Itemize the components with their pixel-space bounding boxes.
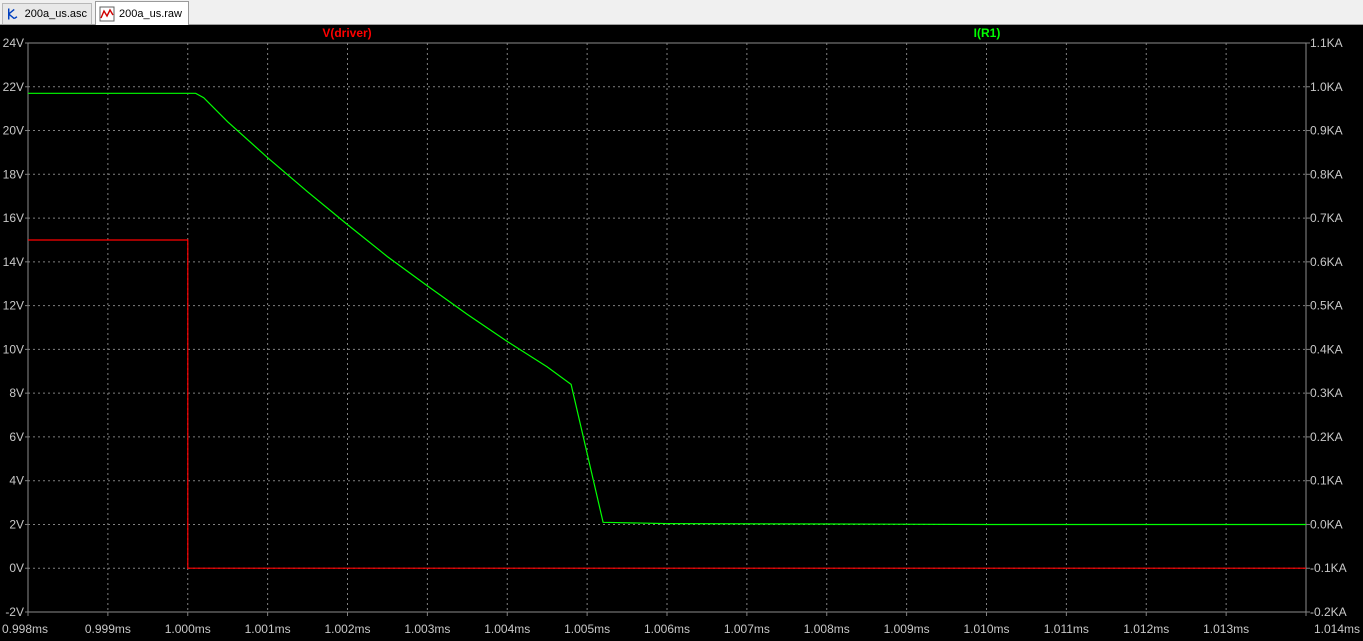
right-tick-label: 1.0KA: [1310, 80, 1343, 94]
waveform-icon: [99, 6, 115, 21]
left-tick-label: 12V: [3, 299, 24, 313]
x-tick-label: 0.998ms: [2, 622, 48, 636]
x-tick-label: 1.003ms: [404, 622, 450, 636]
x-tick-label: 1.001ms: [245, 622, 291, 636]
right-tick-label: 0.2KA: [1310, 430, 1343, 444]
right-tick-label: 0.1KA: [1310, 474, 1343, 488]
left-tick-label: -2V: [5, 605, 24, 619]
x-tick-label: 1.014ms: [1314, 622, 1360, 636]
right-tick-label: 0.4KA: [1310, 342, 1343, 356]
left-tick-label: 10V: [3, 342, 24, 356]
x-tick-label: 1.012ms: [1123, 622, 1169, 636]
tab-waveform-label: 200a_us.raw: [119, 7, 182, 20]
tab-schematic-label: 200a_us.asc: [24, 8, 87, 20]
right-tick-label: 0.0KA: [1310, 517, 1343, 531]
left-tick-label: 6V: [9, 430, 24, 444]
tab-waveform[interactable]: 200a_us.raw: [95, 1, 189, 25]
right-tick-label: -0.2KA: [1310, 605, 1347, 619]
right-tick-label: 0.3KA: [1310, 386, 1343, 400]
left-tick-label: 8V: [9, 386, 24, 400]
x-tick-label: 1.002ms: [324, 622, 370, 636]
tab-bar: 200a_us.asc 200a_us.raw: [0, 0, 1363, 25]
right-tick-label: 0.9KA: [1310, 124, 1343, 138]
x-tick-label: 1.011ms: [1044, 622, 1089, 636]
left-tick-label: 4V: [9, 474, 24, 488]
left-tick-label: 18V: [3, 167, 24, 181]
right-tick-label: 0.6KA: [1310, 255, 1343, 269]
x-tick-label: 1.007ms: [724, 622, 770, 636]
trace-label-v-driver[interactable]: V(driver): [322, 26, 371, 40]
tab-schematic[interactable]: 200a_us.asc: [2, 3, 92, 24]
x-tick-label: 1.008ms: [804, 622, 850, 636]
right-tick-label: 0.8KA: [1310, 167, 1343, 181]
right-tick-label: -0.1KA: [1310, 561, 1347, 575]
right-tick-label: 1.1KA: [1310, 36, 1343, 50]
x-tick-label: 1.009ms: [884, 622, 930, 636]
left-tick-label: 2V: [9, 517, 24, 531]
x-tick-label: 1.000ms: [165, 622, 211, 636]
waveform-plot[interactable]: -2V 0V 2V 4V 6V 8V 10V 12V 14V 16V 18V 20V 22V 24V -0…: [0, 25, 1363, 641]
right-tick-label: 0.5KA: [1310, 299, 1343, 313]
left-tick-label: 24V: [3, 36, 24, 50]
x-tick-label: 1.010ms: [963, 622, 1009, 636]
plot-background: [0, 25, 1363, 641]
right-tick-label: 0.7KA: [1310, 211, 1343, 225]
x-tick-label: 1.013ms: [1203, 622, 1249, 636]
trace-label-i-r1[interactable]: I(R1): [974, 26, 1001, 40]
x-tick-label: 1.005ms: [564, 622, 610, 636]
x-tick-label: 1.006ms: [644, 622, 690, 636]
x-tick-label: 0.999ms: [85, 622, 131, 636]
x-tick-label: 1.004ms: [484, 622, 530, 636]
left-tick-label: 22V: [3, 80, 24, 94]
schematic-icon: [8, 8, 18, 20]
left-tick-label: 16V: [3, 211, 24, 225]
left-tick-label: 14V: [3, 255, 24, 269]
left-tick-label: 0V: [9, 561, 24, 575]
left-tick-label: 20V: [3, 124, 24, 138]
